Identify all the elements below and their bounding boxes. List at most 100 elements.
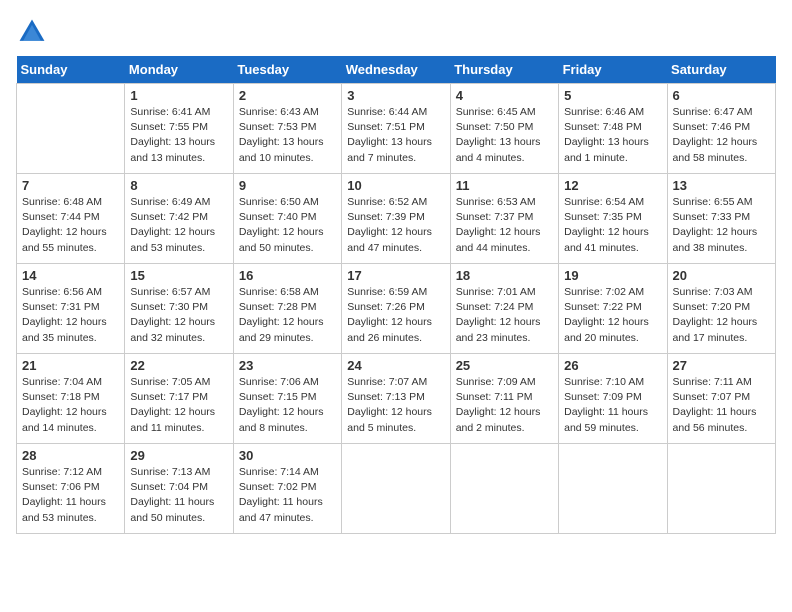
calendar-cell: [667, 444, 775, 534]
calendar-cell: 18 Sunrise: 7:01 AM Sunset: 7:24 PM Dayli…: [450, 264, 558, 354]
calendar-cell: 19 Sunrise: 7:02 AM Sunset: 7:22 PM Dayli…: [559, 264, 667, 354]
day-number: 15: [130, 268, 227, 283]
cell-info: Sunrise: 7:14 AM Sunset: 7:02 PM Dayligh…: [239, 465, 336, 526]
day-number: 6: [673, 88, 770, 103]
day-number: 12: [564, 178, 661, 193]
cell-info: Sunrise: 7:04 AM Sunset: 7:18 PM Dayligh…: [22, 375, 119, 436]
cell-info: Sunrise: 6:50 AM Sunset: 7:40 PM Dayligh…: [239, 195, 336, 256]
calendar-table: SundayMondayTuesdayWednesdayThursdayFrid…: [16, 56, 776, 534]
cell-info: Sunrise: 6:43 AM Sunset: 7:53 PM Dayligh…: [239, 105, 336, 166]
calendar-cell: 9 Sunrise: 6:50 AM Sunset: 7:40 PM Daylig…: [233, 174, 341, 264]
logo: [16, 16, 52, 48]
calendar-cell: 15 Sunrise: 6:57 AM Sunset: 7:30 PM Dayli…: [125, 264, 233, 354]
week-row-1: 1 Sunrise: 6:41 AM Sunset: 7:55 PM Daylig…: [17, 84, 776, 174]
day-number: 7: [22, 178, 119, 193]
day-number: 19: [564, 268, 661, 283]
cell-info: Sunrise: 6:57 AM Sunset: 7:30 PM Dayligh…: [130, 285, 227, 346]
calendar-cell: 5Sunrise: 6:46 AM Sunset: 7:48 PM Daylig…: [559, 84, 667, 174]
day-header-sunday: Sunday: [17, 56, 125, 84]
calendar-cell: [342, 444, 450, 534]
day-number: 27: [673, 358, 770, 373]
cell-info: Sunrise: 6:52 AM Sunset: 7:39 PM Dayligh…: [347, 195, 444, 256]
cell-info: Sunrise: 6:45 AM Sunset: 7:50 PM Dayligh…: [456, 105, 553, 166]
day-number: 11: [456, 178, 553, 193]
day-number: 28: [22, 448, 119, 463]
cell-info: Sunrise: 7:11 AM Sunset: 7:07 PM Dayligh…: [673, 375, 770, 436]
week-row-2: 7 Sunrise: 6:48 AM Sunset: 7:44 PM Daylig…: [17, 174, 776, 264]
calendar-cell: 22Sunrise: 7:05 AM Sunset: 7:17 PM Dayli…: [125, 354, 233, 444]
cell-info: Sunrise: 7:13 AM Sunset: 7:04 PM Dayligh…: [130, 465, 227, 526]
day-number: 13: [673, 178, 770, 193]
week-row-5: 28 Sunrise: 7:12 AM Sunset: 7:06 PM Dayli…: [17, 444, 776, 534]
calendar-cell: 1 Sunrise: 6:41 AM Sunset: 7:55 PM Daylig…: [125, 84, 233, 174]
week-row-3: 14 Sunrise: 6:56 AM Sunset: 7:31 PM Dayli…: [17, 264, 776, 354]
calendar-cell: 17Sunrise: 6:59 AM Sunset: 7:26 PM Dayli…: [342, 264, 450, 354]
cell-info: Sunrise: 7:10 AM Sunset: 7:09 PM Dayligh…: [564, 375, 661, 436]
calendar-cell: 11 Sunrise: 6:53 AM Sunset: 7:37 PM Dayli…: [450, 174, 558, 264]
header-row: SundayMondayTuesdayWednesdayThursdayFrid…: [17, 56, 776, 84]
logo-icon: [16, 16, 48, 48]
calendar-cell: 25 Sunrise: 7:09 AM Sunset: 7:11 PM Dayli…: [450, 354, 558, 444]
calendar-cell: 23 Sunrise: 7:06 AM Sunset: 7:15 PM Dayli…: [233, 354, 341, 444]
day-number: 22: [130, 358, 227, 373]
calendar-cell: 29 Sunrise: 7:13 AM Sunset: 7:04 PM Dayli…: [125, 444, 233, 534]
day-number: 8: [130, 178, 227, 193]
cell-info: Sunrise: 7:02 AM Sunset: 7:22 PM Dayligh…: [564, 285, 661, 346]
calendar-cell: [559, 444, 667, 534]
day-number: 1: [130, 88, 227, 103]
calendar-cell: 27 Sunrise: 7:11 AM Sunset: 7:07 PM Dayli…: [667, 354, 775, 444]
day-number: 14: [22, 268, 119, 283]
day-number: 16: [239, 268, 336, 283]
calendar-cell: 13 Sunrise: 6:55 AM Sunset: 7:33 PM Dayli…: [667, 174, 775, 264]
cell-info: Sunrise: 6:53 AM Sunset: 7:37 PM Dayligh…: [456, 195, 553, 256]
cell-info: Sunrise: 7:06 AM Sunset: 7:15 PM Dayligh…: [239, 375, 336, 436]
day-number: 3: [347, 88, 444, 103]
cell-info: Sunrise: 6:56 AM Sunset: 7:31 PM Dayligh…: [22, 285, 119, 346]
cell-info: Sunrise: 7:03 AM Sunset: 7:20 PM Dayligh…: [673, 285, 770, 346]
cell-info: Sunrise: 6:44 AM Sunset: 7:51 PM Dayligh…: [347, 105, 444, 166]
cell-info: Sunrise: 7:01 AM Sunset: 7:24 PM Dayligh…: [456, 285, 553, 346]
calendar-cell: 26 Sunrise: 7:10 AM Sunset: 7:09 PM Dayli…: [559, 354, 667, 444]
cell-info: Sunrise: 6:49 AM Sunset: 7:42 PM Dayligh…: [130, 195, 227, 256]
cell-info: Sunrise: 6:55 AM Sunset: 7:33 PM Dayligh…: [673, 195, 770, 256]
day-number: 26: [564, 358, 661, 373]
calendar-cell: 21 Sunrise: 7:04 AM Sunset: 7:18 PM Dayli…: [17, 354, 125, 444]
day-header-wednesday: Wednesday: [342, 56, 450, 84]
calendar-cell: 30 Sunrise: 7:14 AM Sunset: 7:02 PM Dayli…: [233, 444, 341, 534]
day-number: 21: [22, 358, 119, 373]
day-number: 29: [130, 448, 227, 463]
calendar-cell: 6 Sunrise: 6:47 AM Sunset: 7:46 PM Daylig…: [667, 84, 775, 174]
calendar-cell: 20 Sunrise: 7:03 AM Sunset: 7:20 PM Dayli…: [667, 264, 775, 354]
calendar-cell: 2 Sunrise: 6:43 AM Sunset: 7:53 PM Daylig…: [233, 84, 341, 174]
cell-info: Sunrise: 6:58 AM Sunset: 7:28 PM Dayligh…: [239, 285, 336, 346]
cell-info: Sunrise: 7:07 AM Sunset: 7:13 PM Dayligh…: [347, 375, 444, 436]
cell-info: Sunrise: 6:41 AM Sunset: 7:55 PM Dayligh…: [130, 105, 227, 166]
day-number: 9: [239, 178, 336, 193]
cell-info: Sunrise: 7:09 AM Sunset: 7:11 PM Dayligh…: [456, 375, 553, 436]
week-row-4: 21 Sunrise: 7:04 AM Sunset: 7:18 PM Dayli…: [17, 354, 776, 444]
day-number: 20: [673, 268, 770, 283]
cell-info: Sunrise: 6:59 AM Sunset: 7:26 PM Dayligh…: [347, 285, 444, 346]
day-header-thursday: Thursday: [450, 56, 558, 84]
cell-info: Sunrise: 6:54 AM Sunset: 7:35 PM Dayligh…: [564, 195, 661, 256]
calendar-cell: 24Sunrise: 7:07 AM Sunset: 7:13 PM Dayli…: [342, 354, 450, 444]
calendar-cell: [450, 444, 558, 534]
calendar-cell: 7 Sunrise: 6:48 AM Sunset: 7:44 PM Daylig…: [17, 174, 125, 264]
day-number: 4: [456, 88, 553, 103]
day-number: 2: [239, 88, 336, 103]
cell-info: Sunrise: 6:48 AM Sunset: 7:44 PM Dayligh…: [22, 195, 119, 256]
calendar-cell: 14 Sunrise: 6:56 AM Sunset: 7:31 PM Dayli…: [17, 264, 125, 354]
cell-info: Sunrise: 7:12 AM Sunset: 7:06 PM Dayligh…: [22, 465, 119, 526]
day-number: 30: [239, 448, 336, 463]
day-number: 18: [456, 268, 553, 283]
cell-info: Sunrise: 6:47 AM Sunset: 7:46 PM Dayligh…: [673, 105, 770, 166]
day-number: 25: [456, 358, 553, 373]
calendar-cell: [17, 84, 125, 174]
calendar-cell: 4 Sunrise: 6:45 AM Sunset: 7:50 PM Daylig…: [450, 84, 558, 174]
day-number: 23: [239, 358, 336, 373]
calendar-cell: 16 Sunrise: 6:58 AM Sunset: 7:28 PM Dayli…: [233, 264, 341, 354]
calendar-cell: 3 Sunrise: 6:44 AM Sunset: 7:51 PM Daylig…: [342, 84, 450, 174]
calendar-cell: 28 Sunrise: 7:12 AM Sunset: 7:06 PM Dayli…: [17, 444, 125, 534]
page-header: [16, 16, 776, 48]
day-number: 5: [564, 88, 661, 103]
